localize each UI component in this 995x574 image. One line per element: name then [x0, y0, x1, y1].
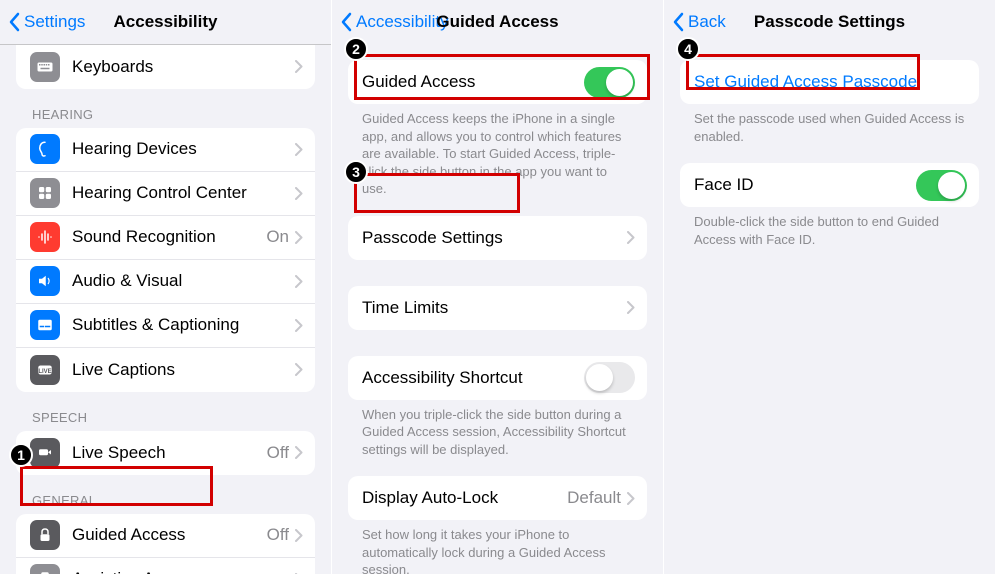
subtitles-icon [30, 310, 60, 340]
callout-1: 1 [9, 443, 33, 467]
back-label: Back [688, 12, 726, 32]
live-speech-row[interactable]: Live Speech Off [16, 431, 315, 475]
set-guided-access-passcode-row[interactable]: Set Guided Access Passcode [680, 60, 979, 104]
face-id-footer: Double-click the side button to end Guid… [664, 207, 995, 258]
general-section-header: General [0, 475, 331, 514]
chevron-right-icon [295, 60, 303, 73]
row-label: Time Limits [362, 298, 627, 318]
row-label: Face ID [694, 175, 916, 195]
guided-access-toggle-row[interactable]: Guided Access [348, 60, 647, 104]
live-captions-row[interactable]: LIVE Live Captions [16, 348, 315, 392]
chevron-right-icon [295, 187, 303, 200]
row-label: Passcode Settings [362, 228, 627, 248]
chevron-left-icon [672, 12, 684, 32]
sound-recognition-row[interactable]: Sound Recognition On [16, 216, 315, 260]
row-label: Sound Recognition [72, 227, 266, 247]
chevron-right-icon [627, 301, 635, 314]
passcode-settings-row[interactable]: Passcode Settings [348, 216, 647, 260]
callout-3: 3 [344, 160, 368, 184]
back-label: Accessibility [356, 12, 449, 32]
page-title: Passcode Settings [754, 12, 905, 32]
chevron-left-icon [340, 12, 352, 32]
back-label: Settings [24, 12, 85, 32]
row-label: Subtitles & Captioning [72, 315, 295, 335]
shortcut-footer: When you triple-click the side button du… [332, 400, 663, 469]
guided-access-footer: Guided Access keeps the iPhone in a sing… [332, 104, 663, 208]
nav-bar: Back Passcode Settings [664, 0, 995, 44]
callout-4: 4 [676, 37, 700, 61]
row-value: Off [267, 525, 289, 545]
subtitles-row[interactable]: Subtitles & Captioning [16, 304, 315, 348]
control-icon [30, 178, 60, 208]
row-label: Hearing Control Center [72, 183, 295, 203]
chevron-left-icon [8, 12, 20, 32]
assistive-icon [30, 564, 60, 574]
display-autolock-row[interactable]: Display Auto-Lock Default [348, 476, 647, 520]
guided-access-toggle[interactable] [584, 67, 635, 98]
accessibility-shortcut-row[interactable]: Accessibility Shortcut [348, 356, 647, 400]
keyboard-icon [30, 52, 60, 82]
assistive-access-row[interactable]: Assistive Access [16, 558, 315, 574]
row-label: Accessibility Shortcut [362, 368, 584, 388]
back-button[interactable]: Back [672, 12, 726, 32]
callout-2: 2 [344, 37, 368, 61]
captions-icon: LIVE [30, 355, 60, 385]
hearing-control-center-row[interactable]: Hearing Control Center [16, 172, 315, 216]
autolock-footer: Set how long it takes your iPhone to aut… [332, 520, 663, 574]
row-label: Audio & Visual [72, 271, 295, 291]
row-label: Display Auto-Lock [362, 488, 567, 508]
chevron-right-icon [295, 446, 303, 459]
accessibility-shortcut-toggle[interactable] [584, 362, 635, 393]
keyboards-row[interactable]: Keyboards [16, 45, 315, 89]
speaker-icon [30, 266, 60, 296]
nav-bar: Accessibility Guided Access [332, 0, 663, 44]
ear-icon [30, 134, 60, 164]
speech-section-header: Speech [0, 392, 331, 431]
chevron-right-icon [295, 363, 303, 376]
chevron-right-icon [295, 319, 303, 332]
row-value: Default [567, 488, 621, 508]
page-title: Accessibility [114, 12, 218, 32]
row-value: On [266, 227, 289, 247]
row-value: Off [267, 443, 289, 463]
guided-access-row[interactable]: Guided Access Off [16, 514, 315, 558]
speech-icon [30, 438, 60, 468]
face-id-row[interactable]: Face ID [680, 163, 979, 207]
back-button[interactable]: Accessibility [340, 12, 449, 32]
nav-bar: Settings Accessibility [0, 0, 331, 44]
hearing-section-header: Hearing [0, 89, 331, 128]
row-label: Live Captions [72, 360, 295, 380]
row-label: Guided Access [362, 72, 584, 92]
chevron-right-icon [627, 231, 635, 244]
time-limits-row[interactable]: Time Limits [348, 286, 647, 330]
passcode-settings-panel: Back Passcode Settings Set Guided Access… [664, 0, 995, 574]
guided-access-panel: Accessibility Guided Access Guided Acces… [332, 0, 664, 574]
page-title: Guided Access [436, 12, 558, 32]
row-label: Hearing Devices [72, 139, 295, 159]
accessibility-settings-panel: Settings Accessibility Keyboards Hearing… [0, 0, 332, 574]
set-passcode-footer: Set the passcode used when Guided Access… [664, 104, 995, 155]
svg-text:LIVE: LIVE [38, 369, 51, 375]
chevron-right-icon [295, 529, 303, 542]
keyboards-label: Keyboards [72, 57, 295, 77]
chevron-right-icon [295, 143, 303, 156]
audio-visual-row[interactable]: Audio & Visual [16, 260, 315, 304]
row-label: Assistive Access [72, 569, 295, 574]
chevron-right-icon [295, 275, 303, 288]
back-button[interactable]: Settings [8, 12, 85, 32]
sound-icon [30, 222, 60, 252]
lock-icon [30, 520, 60, 550]
chevron-right-icon [295, 231, 303, 244]
row-label: Set Guided Access Passcode [694, 72, 967, 92]
row-label: Guided Access [72, 525, 267, 545]
row-label: Live Speech [72, 443, 267, 463]
face-id-toggle[interactable] [916, 170, 967, 201]
chevron-right-icon [627, 492, 635, 505]
hearing-devices-row[interactable]: Hearing Devices [16, 128, 315, 172]
